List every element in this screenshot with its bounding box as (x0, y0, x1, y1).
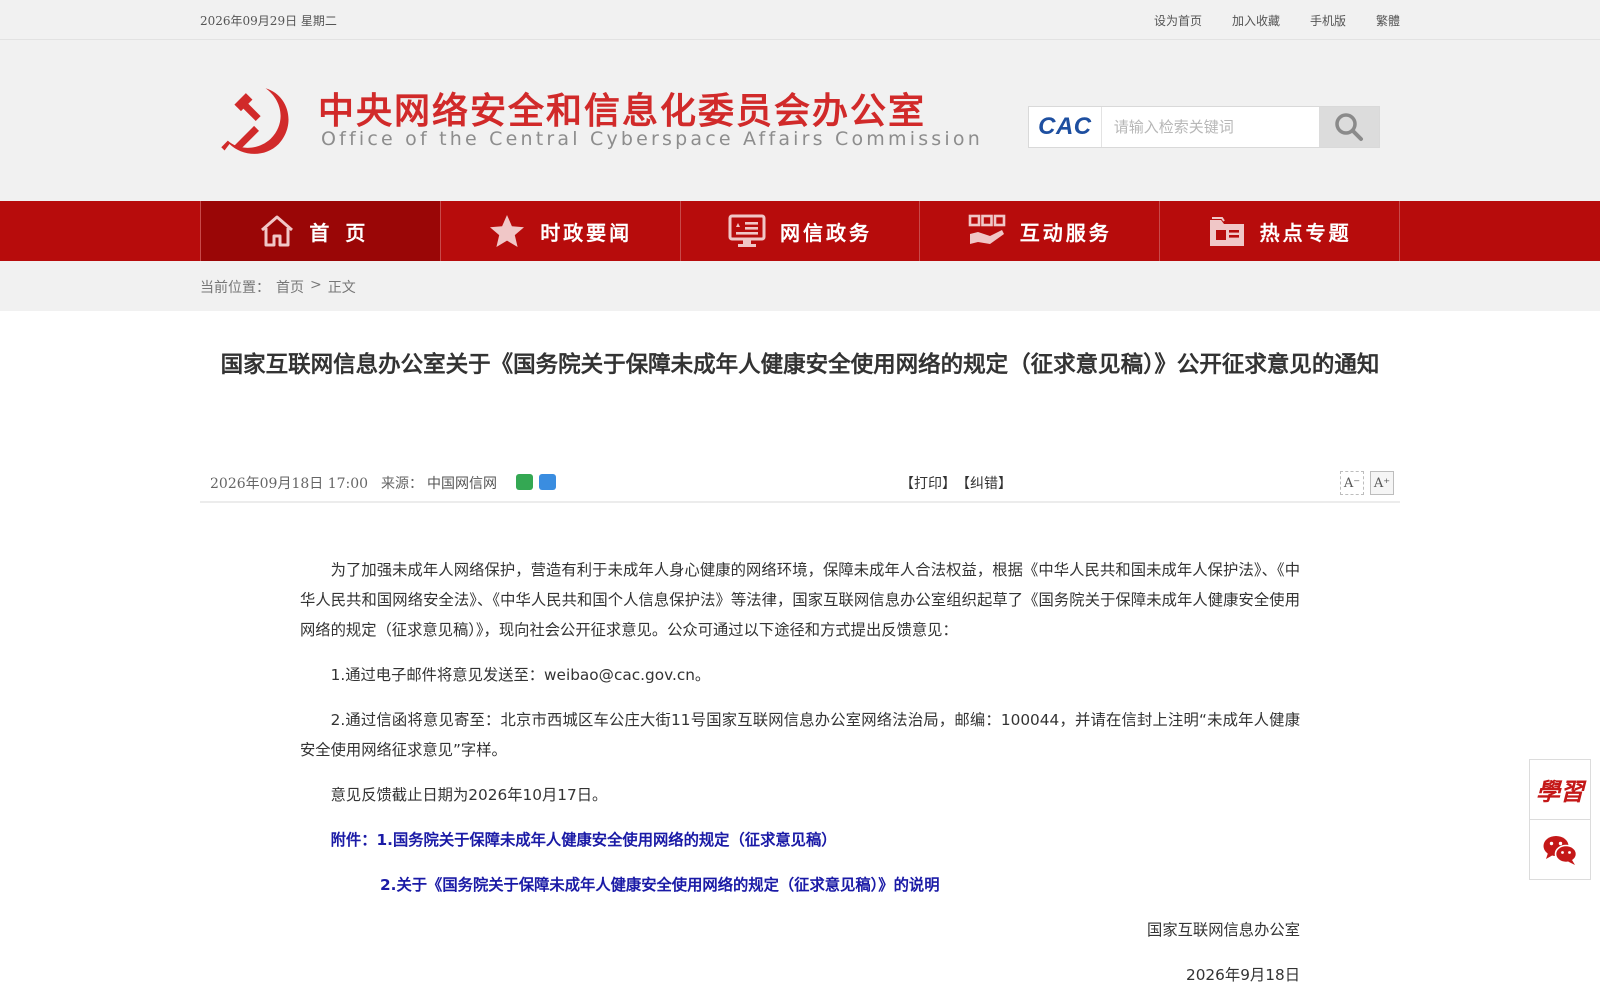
share-wechat-icon[interactable] (516, 474, 533, 490)
breadcrumb-home-link[interactable]: 首页 (276, 277, 304, 297)
share-qzone-icon[interactable] (539, 474, 556, 490)
signature-date: 2026年9月18日 (1185, 966, 1300, 984)
font-decrease-button[interactable]: A⁻ (1340, 471, 1364, 495)
nav-topics[interactable]: 热点专题 (1160, 201, 1400, 261)
site-title-chinese[interactable]: 中央网络安全和信息化委员会办公室 (318, 82, 926, 134)
breadcrumb-separator: > (310, 277, 322, 293)
home-icon (261, 215, 294, 247)
main-nav: 首页 时政要闻 网信政务 互动服务 热点专题 (200, 201, 1400, 261)
publish-time: 2026年09月18日 17:00 (210, 476, 369, 492)
print-button[interactable]: 【打印】 (900, 473, 956, 493)
monitor-icon (728, 214, 766, 247)
wechat-icon (1543, 835, 1578, 865)
nav-topics-label: 热点专题 (1259, 220, 1352, 245)
xuexi-logo: 學習 (1536, 777, 1584, 806)
site-header: 中央网络安全和信息化委员会办公室 Office of the Central C… (0, 40, 1600, 201)
nav-government-label: 网信政务 (779, 220, 872, 245)
nav-government[interactable]: 网信政务 (681, 201, 921, 261)
font-increase-button[interactable]: A⁺ (1370, 471, 1394, 495)
nav-interaction[interactable]: 互动服务 (920, 201, 1161, 261)
article-paragraph: 2.通过信函将意见寄至：北京市西城区车公庄大街11号国家互联网信息办公室网络法治… (300, 711, 1300, 759)
cac-logo: CAC (1029, 107, 1102, 147)
search-box: CAC (1028, 106, 1380, 148)
attachment-link-2[interactable]: 2.关于《国务院关于保障未成年人健康安全使用网络的规定（征求意见稿）》的说明 (300, 870, 1300, 900)
nav-home[interactable]: 首页 (200, 201, 441, 261)
search-button[interactable] (1319, 107, 1379, 147)
folder-icon (1209, 217, 1244, 246)
traditional-chinese-link[interactable]: 繁體 (1376, 12, 1400, 29)
article-content: 为了加强未成年人网络保护，营造有利于未成年人身心健康的网络环境，保障未成年人合法… (300, 555, 1300, 1000)
search-icon (1335, 113, 1364, 141)
set-homepage-link[interactable]: 设为首页 (1154, 12, 1202, 29)
current-date: 2026年09月29日 星期二 (200, 14, 337, 28)
nav-interaction-label: 互动服务 (1019, 220, 1112, 245)
signature-org: 国家互联网信息办公室 (1147, 921, 1300, 939)
top-links: 设为首页 加入收藏 手机版 繁體 (1154, 12, 1400, 29)
article-tools: 【打印】 【纠错】 (900, 473, 1012, 493)
add-favorite-link[interactable]: 加入收藏 (1232, 12, 1280, 29)
article-paragraph: 意见反馈截止日期为2026年10月17日。 (330, 786, 608, 804)
article-meta: 2026年09月18日 17:00 来源： 中国网信网 【打印】 【纠错】 A⁻… (200, 465, 1400, 503)
nav-home-label: 首页 (309, 220, 382, 245)
side-float-widget: 學習 (1529, 759, 1591, 880)
report-error-button[interactable]: 【纠错】 (956, 473, 1012, 493)
xuexi-button[interactable]: 學習 (1530, 760, 1590, 820)
wechat-button[interactable] (1530, 820, 1590, 879)
article-title: 国家互联网信息办公室关于《国务院关于保障未成年人健康安全使用网络的规定（征求意见… (220, 352, 1380, 378)
breadcrumb: 当前位置： 首页 > 正文 (200, 277, 356, 297)
breadcrumb-bar: 当前位置： 首页 > 正文 (0, 261, 1600, 311)
article-paragraph: 1.通过电子邮件将意见发送至：weibao@cac.gov.cn。 (330, 666, 711, 684)
nav-news-label: 时政要闻 (540, 220, 633, 245)
article-paragraph: 为了加强未成年人网络保护，营造有利于未成年人身心健康的网络环境，保障未成年人合法… (300, 561, 1300, 639)
star-icon (490, 215, 525, 247)
source-value: 中国网信网 (427, 476, 497, 492)
site-title-english: Office of the Central Cyberspace Affairs… (321, 128, 983, 150)
interact-icon (968, 214, 1006, 244)
attachment-link-1[interactable]: 附件：1.国务院关于保障未成年人健康安全使用网络的规定（征求意见稿） (300, 825, 1300, 855)
breadcrumb-current: 正文 (327, 280, 356, 296)
top-bar: 2026年09月29日 星期二 设为首页 加入收藏 手机版 繁體 (0, 0, 1600, 40)
mobile-version-link[interactable]: 手机版 (1310, 12, 1346, 29)
source-label: 来源： (381, 476, 423, 492)
breadcrumb-prefix: 当前位置： (200, 280, 270, 296)
nav-news[interactable]: 时政要闻 (441, 201, 681, 261)
cac-logo-text: CAC (1038, 113, 1092, 140)
main-nav-bar: 首页 时政要闻 网信政务 互动服务 热点专题 (0, 201, 1600, 261)
search-input[interactable] (1101, 107, 1320, 147)
party-emblem-icon (221, 88, 289, 154)
